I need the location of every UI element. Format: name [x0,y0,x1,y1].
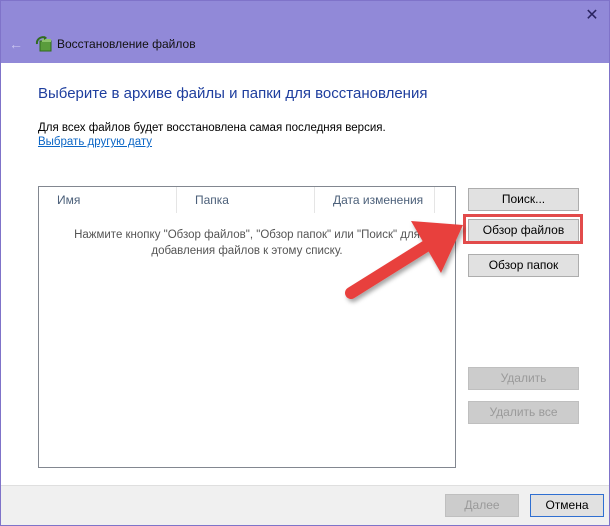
next-button[interactable]: Далее [445,494,519,517]
close-icon[interactable]: ✕ [583,7,601,25]
column-header-name[interactable]: Имя [39,187,177,213]
info-text: Для всех файлов будет восстановлена сама… [38,122,386,134]
remove-all-button[interactable]: Удалить все [468,401,579,424]
back-arrow-icon[interactable]: ← [9,37,23,51]
browse-folders-button[interactable]: Обзор папок [468,254,579,277]
bottom-bar: Далее Отмена [1,485,609,525]
page-heading: Выберите в архиве файлы и папки для восс… [38,85,428,102]
red-arrow-annotation [345,221,463,299]
restore-files-window: ✕ ← Восстановление файлов Выберите в арх… [0,0,610,526]
browse-files-highlight [463,214,583,244]
title-bar: ✕ ← Восстановление файлов [1,1,609,63]
restore-files-icon [35,36,52,52]
cancel-button[interactable]: Отмена [530,494,604,517]
choose-other-date-link[interactable]: Выбрать другую дату [38,136,152,148]
column-header-folder[interactable]: Папка [177,187,315,213]
remove-button[interactable]: Удалить [468,367,579,390]
column-header-date[interactable]: Дата изменения [315,187,435,213]
window-title: Восстановление файлов [57,37,196,51]
search-button[interactable]: Поиск... [468,188,579,211]
